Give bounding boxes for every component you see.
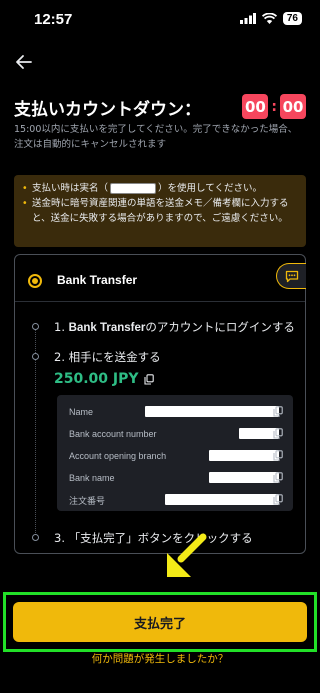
detail-label: 注文番号 <box>69 495 106 506</box>
amount-value: 250.00 JPY <box>54 371 139 387</box>
countdown-seconds: 00 <box>280 94 306 119</box>
status-icons: 76 <box>239 12 302 25</box>
card-divider <box>15 301 305 302</box>
payment-method-radio[interactable] <box>28 274 42 288</box>
notice-line-1: • 支払い時は実名（ ）を使用してください。 <box>22 181 298 196</box>
masked-value <box>145 406 279 417</box>
detail-row-name: Name <box>69 405 283 419</box>
step-3-dot <box>32 534 39 541</box>
warning-notice: • 支払い時は実名（ ）を使用してください。 • 送金時に暗号資産関連の単語を送金… <box>14 175 306 247</box>
wifi-icon <box>261 13 277 24</box>
countdown-minutes: 00 <box>242 94 269 119</box>
signal-icon <box>239 13 256 24</box>
help-link[interactable]: 何か問題が発生しましたか？ <box>0 651 320 666</box>
step-1-text: 1. Bank Transferのアカウントにログインする <box>54 319 295 335</box>
notice-line2-text: 送金時に暗号資産関連の単語を送金メモ／備考欄に入力すると、送金に失敗する場合があ… <box>32 198 289 224</box>
copy-icon[interactable] <box>273 450 283 461</box>
back-arrow-icon[interactable] <box>14 52 34 72</box>
status-time: 12:57 <box>34 11 73 28</box>
status-bar: 12:57 76 <box>0 0 320 40</box>
detail-label: Bank account number <box>69 429 157 439</box>
payment-method-name: Bank Transfer <box>57 273 138 287</box>
payment-amount: 250.00 JPY <box>54 371 154 387</box>
annotation-arrow-icon <box>167 533 207 577</box>
masked-real-name <box>110 183 157 194</box>
bullet-dot-icon: • <box>22 198 28 209</box>
step-1-bank: Bank Transfer <box>68 322 146 334</box>
detail-label: Name <box>69 407 94 417</box>
notice-line1-suffix: ）を使用してください。 <box>158 183 262 194</box>
payment-deadline-text: 15:00以内に支払いを完了してください。完了できなかった場合、注文は自動的にキ… <box>14 124 298 150</box>
detail-row-bank-name: Bank name <box>69 471 283 485</box>
copy-icon[interactable] <box>273 428 283 439</box>
step-1-suffix: のアカウントにログインする <box>145 320 295 334</box>
step-3-text: 3. 「支払完了」ボタンをクリックする <box>54 531 253 545</box>
page-title: 支払いカウントダウン： <box>14 100 201 120</box>
masked-value <box>165 494 279 505</box>
battery-indicator: 76 <box>282 12 302 25</box>
masked-value <box>209 472 279 483</box>
detail-row-branch: Account opening branch <box>69 449 283 463</box>
step-1-prefix: 1. <box>54 320 69 334</box>
step-1-dot <box>32 323 39 330</box>
masked-value <box>209 450 279 461</box>
chat-button[interactable] <box>276 263 306 289</box>
payment-completed-button[interactable]: 支払完了 <box>13 602 307 642</box>
detail-label: Account opening branch <box>69 451 167 461</box>
step-2-dot <box>32 353 39 360</box>
chat-icon <box>285 270 298 282</box>
detail-row-account-number: Bank account number <box>69 427 283 441</box>
payment-method-card: Bank Transfer 1. Bank Transferのアカウントにログイ… <box>14 254 306 554</box>
copy-icon[interactable] <box>273 472 283 483</box>
step-2-text: 2. 相手にを送金する <box>54 350 161 364</box>
countdown-timer: 00 : 00 <box>242 94 306 119</box>
copy-icon[interactable] <box>273 494 283 505</box>
copy-icon[interactable] <box>143 373 154 385</box>
detail-row-order-number: 注文番号 <box>69 493 283 507</box>
countdown-separator: : <box>271 98 277 115</box>
copy-icon[interactable] <box>273 406 283 417</box>
detail-label: Bank name <box>69 473 115 483</box>
bullet-dot-icon: • <box>22 183 28 194</box>
bank-details-panel: Name Bank account number Account opening… <box>57 395 293 511</box>
notice-line1-prefix: 支払い時は実名（ <box>32 183 109 194</box>
notice-line-2: • 送金時に暗号資産関連の単語を送金メモ／備考欄に入力すると、送金に失敗する場合… <box>22 196 298 226</box>
